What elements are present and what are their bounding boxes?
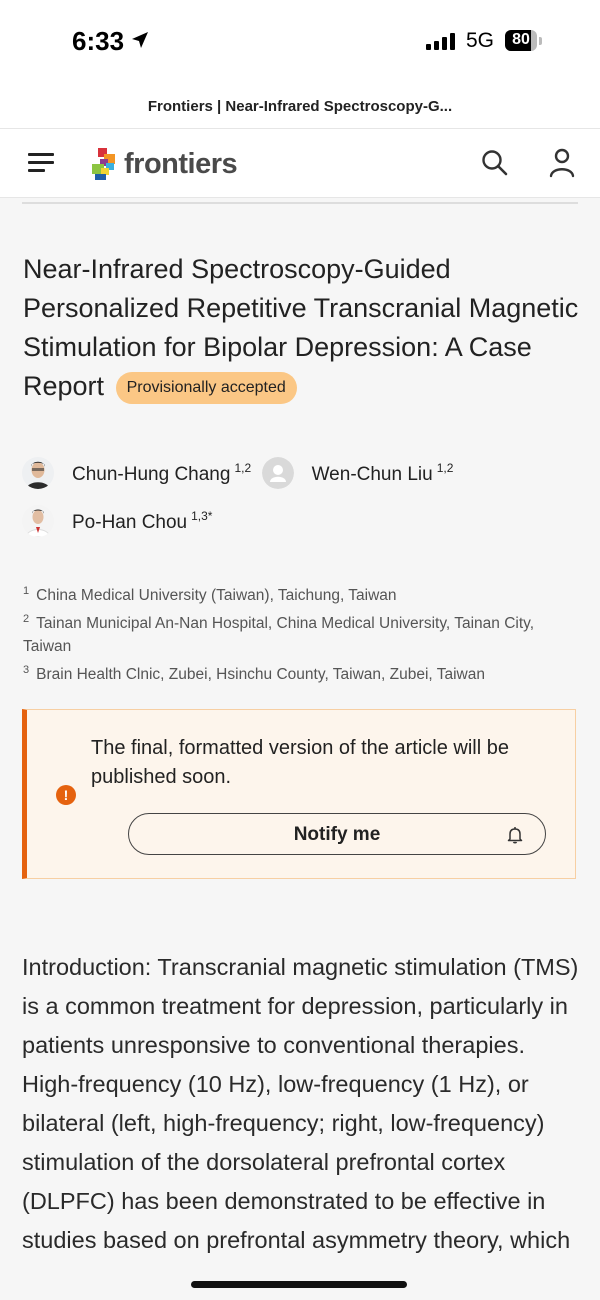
affiliation-item: 2 Tainan Municipal An-Nan Hospital, China…: [23, 612, 535, 656]
article-title-block: Near-Infrared Spectroscopy-Guided Person…: [23, 250, 583, 406]
author-name: Po-Han Chou 1,3*: [72, 508, 213, 533]
author-item[interactable]: Po-Han Chou 1,3*: [22, 503, 212, 539]
brand-name: frontiers: [124, 147, 238, 180]
status-bar: 6:33 5G 80: [0, 0, 600, 88]
battery-level: 80: [512, 31, 530, 48]
bell-icon: [507, 827, 523, 844]
divider: [22, 202, 578, 204]
alert-icon: !: [56, 785, 76, 805]
battery-cap: [539, 37, 542, 45]
home-indicator[interactable]: [191, 1281, 407, 1288]
cellular-signal-icon: [426, 33, 455, 50]
network-type: 5G: [466, 29, 495, 52]
avatar-placeholder: [261, 457, 294, 489]
author-item[interactable]: Chun-Hung Chang 1,2: [22, 455, 251, 491]
author-name: Chun-Hung Chang 1,2: [72, 460, 252, 485]
article-title: Near-Infrared Spectroscopy-Guided Person…: [23, 254, 579, 401]
affiliation-list: 1 China Medical University (Taiwan), Taic…: [23, 580, 583, 686]
author-item[interactable]: Wen-Chun Liu 1,2: [261, 455, 454, 491]
frontiers-logo[interactable]: frontiers: [90, 147, 238, 181]
avatar: [22, 505, 54, 537]
site-header: frontiers: [0, 129, 600, 198]
affiliation-item: 1 China Medical University (Taiwan), Taic…: [23, 585, 397, 604]
search-icon[interactable]: [481, 149, 509, 177]
user-icon[interactable]: [548, 148, 576, 178]
author-name: Wen-Chun Liu 1,2: [311, 460, 454, 485]
browser-page-title[interactable]: Frontiers | Near-Infrared Spectroscopy-G…: [0, 88, 600, 129]
notice-message: The final, formatted version of the arti…: [91, 737, 509, 788]
location-arrow-icon: [132, 32, 148, 48]
publication-notice: ! The final, formatted version of the ar…: [22, 709, 576, 879]
abstract-text: Introduction: Transcranial magnetic stim…: [22, 954, 579, 1253]
hamburger-menu-icon[interactable]: [28, 153, 54, 177]
frontiers-logo-icon: [92, 148, 115, 180]
notify-me-button[interactable]: Notify me: [128, 813, 546, 855]
clock: 6:33: [72, 26, 125, 56]
battery-icon: 80: [505, 30, 537, 51]
status-badge: Provisionally accepted: [115, 372, 297, 404]
author-list: Chun-Hung Chang 1,2 Wen-Chun Liu 1,2 Po-Ha…: [22, 455, 582, 551]
affiliation-item: 3 Brain Health Clnic, Zubei, Hsinchu Coun…: [23, 663, 485, 683]
notify-me-label: Notify me: [293, 824, 381, 845]
avatar: [22, 457, 54, 489]
